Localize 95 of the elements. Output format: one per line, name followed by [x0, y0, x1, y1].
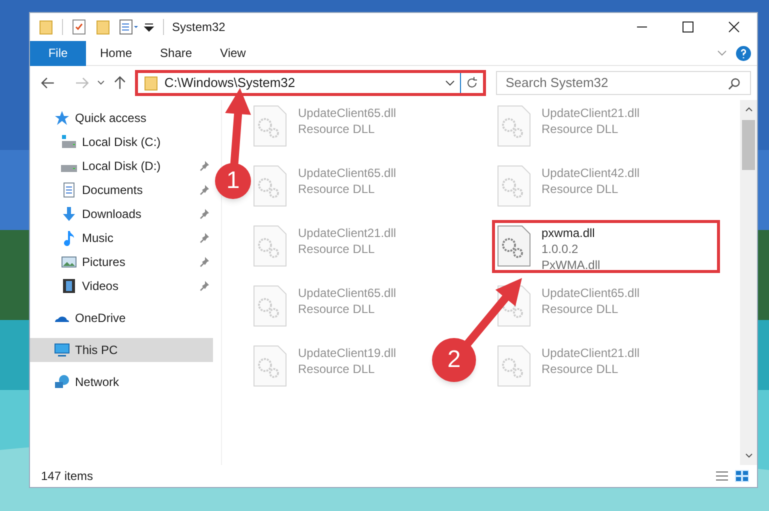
gear-file-icon [253, 285, 287, 327]
file-detail: Resource DLL [298, 121, 376, 137]
pin-icon[interactable] [198, 208, 210, 220]
checklist-icon[interactable] [71, 19, 87, 35]
search-field[interactable]: Search System32 [496, 71, 752, 95]
details-view-icon[interactable] [715, 470, 729, 482]
document-icon [61, 182, 77, 198]
pin-icon[interactable] [198, 160, 210, 172]
window-title: System32 [172, 19, 226, 36]
sidebar-label: Network [75, 374, 120, 391]
folder-icon [143, 75, 160, 91]
file-name: UpdateClient65.dll [298, 105, 396, 121]
file-detail: Resource DLL [298, 301, 376, 317]
file-detail: Resource DLL [298, 361, 376, 377]
pin-icon[interactable] [198, 184, 210, 196]
ribbon-tab[interactable]: Home [86, 40, 146, 66]
gear-file-icon [496, 225, 530, 267]
tiles-view-icon[interactable] [735, 470, 749, 482]
file-name: UpdateClient65.dll [298, 165, 396, 181]
sidebar-label: Pictures [82, 254, 126, 271]
gear-file-icon [253, 345, 287, 387]
cloud-icon [54, 314, 70, 322]
network-icon [54, 374, 70, 390]
folder-icon[interactable] [38, 19, 54, 35]
sidebar-item[interactable]: Downloads [30, 202, 213, 226]
sidebar-label: This PC [75, 342, 118, 359]
ribbon-tab[interactable]: Share [146, 40, 206, 66]
pin-icon[interactable] [198, 280, 210, 292]
dropdown-icon[interactable] [143, 21, 155, 33]
sidebar-label: Quick access [75, 110, 146, 127]
file-name: UpdateClient21.dll [542, 345, 640, 361]
ribbon-tab[interactable]: View [206, 40, 260, 66]
sidebar-label: Music [82, 230, 114, 247]
ribbon-tab[interactable]: File [30, 40, 86, 66]
gear-file-icon [496, 345, 530, 387]
help-icon[interactable] [736, 46, 751, 60]
refresh-icon[interactable] [464, 76, 479, 90]
scrollbar-thumb[interactable] [742, 120, 755, 170]
sidebar-item[interactable]: Local Disk (D:) [30, 154, 213, 178]
file-detail: 1.0.0.2 [542, 241, 580, 257]
scrollbar[interactable] [740, 100, 757, 465]
gear-file-icon [253, 225, 287, 267]
sidebar-label: Local Disk (D:) [82, 158, 161, 175]
properties-icon[interactable] [119, 19, 139, 35]
sidebar-item[interactable]: This PC [30, 338, 213, 362]
item-count: 147 items [41, 468, 94, 485]
sidebar-label: Downloads [82, 206, 142, 223]
file-detail: Resource DLL [542, 181, 620, 197]
music-note-icon [61, 230, 77, 246]
file-detail: Resource DLL [542, 301, 620, 317]
sidebar-item[interactable]: Documents [30, 178, 213, 202]
sidebar-item[interactable]: Network [30, 370, 213, 394]
picture-icon [61, 254, 77, 270]
sidebar-item[interactable]: Videos [30, 274, 213, 298]
sidebar-item[interactable]: Pictures [30, 250, 213, 274]
download-icon [61, 206, 77, 222]
star-icon [54, 110, 70, 126]
sidebar-item[interactable]: OneDrive [30, 306, 213, 330]
pin-icon[interactable] [198, 232, 210, 244]
pin-icon[interactable] [198, 256, 210, 268]
film-icon [61, 278, 77, 294]
file-name: UpdateClient21.dll [298, 225, 396, 241]
search-icon[interactable] [728, 76, 742, 90]
sidebar-item[interactable]: Local Disk (C:) [30, 130, 213, 154]
drive-icon [61, 134, 77, 150]
monitor-icon [54, 342, 70, 358]
file-name: UpdateClient19.dll [298, 345, 396, 361]
file-name: UpdateClient21.dll [542, 105, 640, 121]
file-detail: Resource DLL [542, 361, 620, 377]
gear-file-icon [253, 105, 287, 147]
up-arrow-icon[interactable] [112, 75, 128, 91]
address-field[interactable]: C:\Windows\System32 [135, 70, 486, 96]
search-input[interactable]: Search System32 [506, 73, 728, 93]
sidebar-label: Documents [82, 182, 143, 199]
back-arrow-icon[interactable] [40, 75, 56, 91]
file-name: UpdateClient42.dll [542, 165, 640, 181]
folder-icon[interactable] [95, 19, 111, 35]
file-name: UpdateClient65.dll [298, 285, 396, 301]
gear-file-icon [496, 105, 530, 147]
gear-file-icon [496, 165, 530, 207]
address-path: C:\Windows\System32 [164, 74, 296, 92]
maximize-icon [682, 21, 694, 33]
file-name: pxwma.dll [542, 225, 596, 241]
gear-file-icon [253, 165, 287, 207]
file-detail: Resource DLL [298, 181, 376, 197]
drive-icon [61, 165, 77, 172]
file-name: UpdateClient65.dll [542, 285, 640, 301]
file-detail: Resource DLL [298, 241, 376, 257]
close-icon [728, 21, 740, 33]
sidebar-item[interactable]: Quick access [30, 106, 213, 130]
file-detail: Resource DLL [542, 121, 620, 137]
sidebar-label: OneDrive [75, 310, 126, 327]
sidebar-label: Local Disk (C:) [82, 134, 161, 151]
sidebar-item[interactable]: Music [30, 226, 213, 250]
sidebar-label: Videos [82, 278, 118, 295]
